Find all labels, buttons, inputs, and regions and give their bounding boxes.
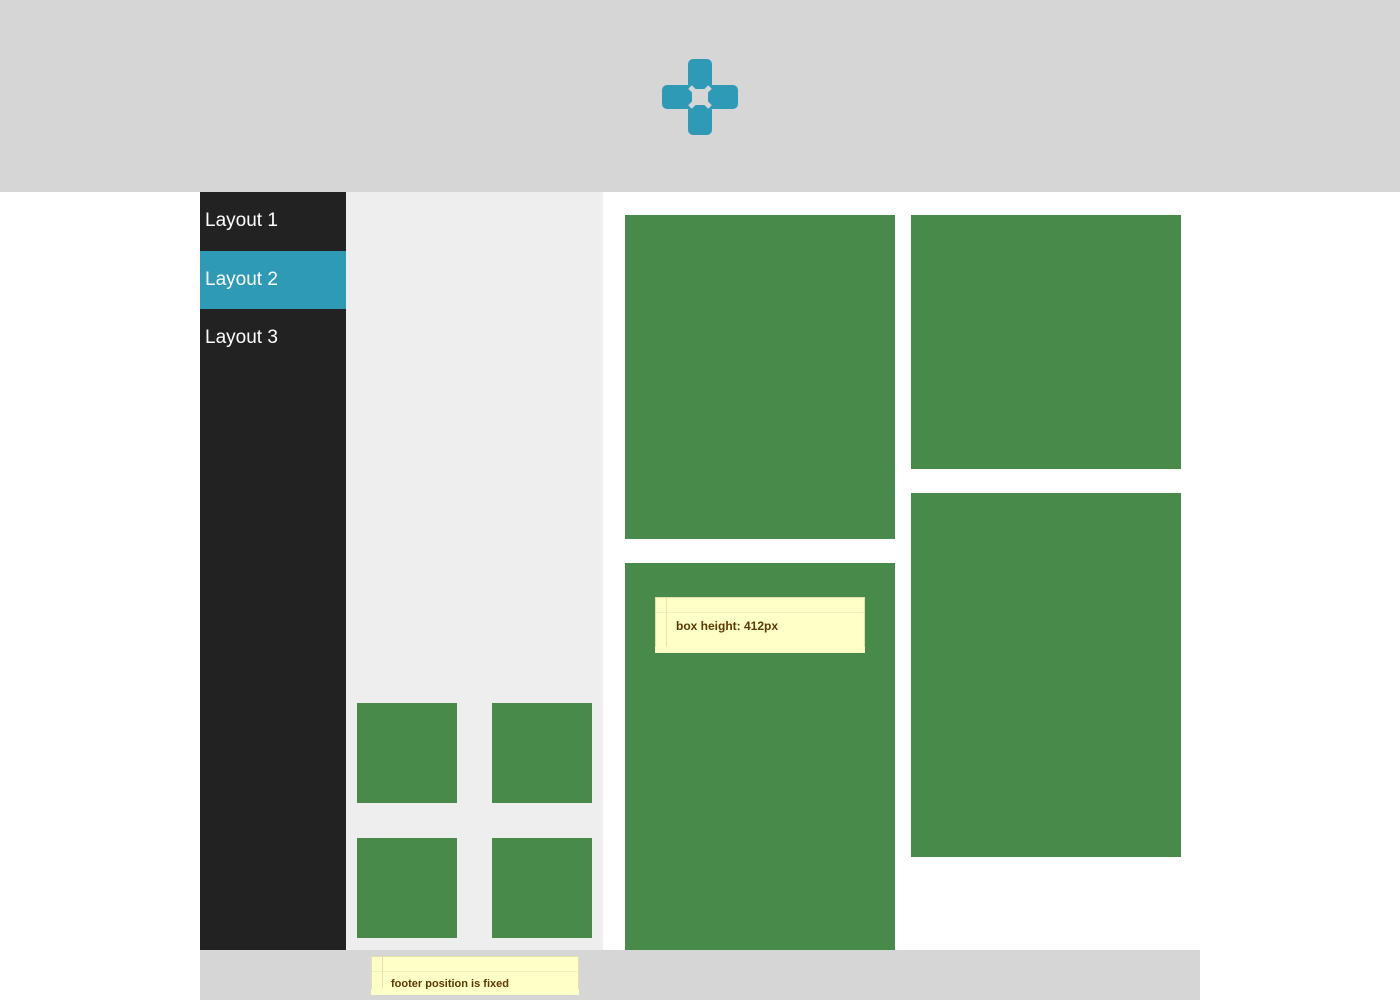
sidebar-item-layout-2[interactable]: Layout 2 — [200, 251, 346, 309]
small-box — [357, 703, 457, 803]
note-footer-fixed: footer position is fixed — [371, 956, 579, 995]
small-box — [492, 703, 592, 803]
gamepad-dpad-icon[interactable] — [662, 59, 738, 135]
footer — [200, 950, 1200, 1000]
small-box — [357, 838, 457, 938]
sidebar: Layout 1 Layout 2 Layout 3 — [200, 192, 346, 950]
content-box — [625, 215, 895, 539]
content-box — [911, 215, 1181, 469]
small-box — [492, 838, 592, 938]
sidebar-item-layout-3[interactable]: Layout 3 — [200, 309, 346, 367]
content-box — [911, 493, 1181, 857]
sidebar-item-layout-1[interactable]: Layout 1 — [200, 192, 346, 250]
header — [0, 0, 1400, 192]
note-box-height: box height: 412px — [655, 597, 865, 653]
side-panel — [346, 192, 603, 950]
